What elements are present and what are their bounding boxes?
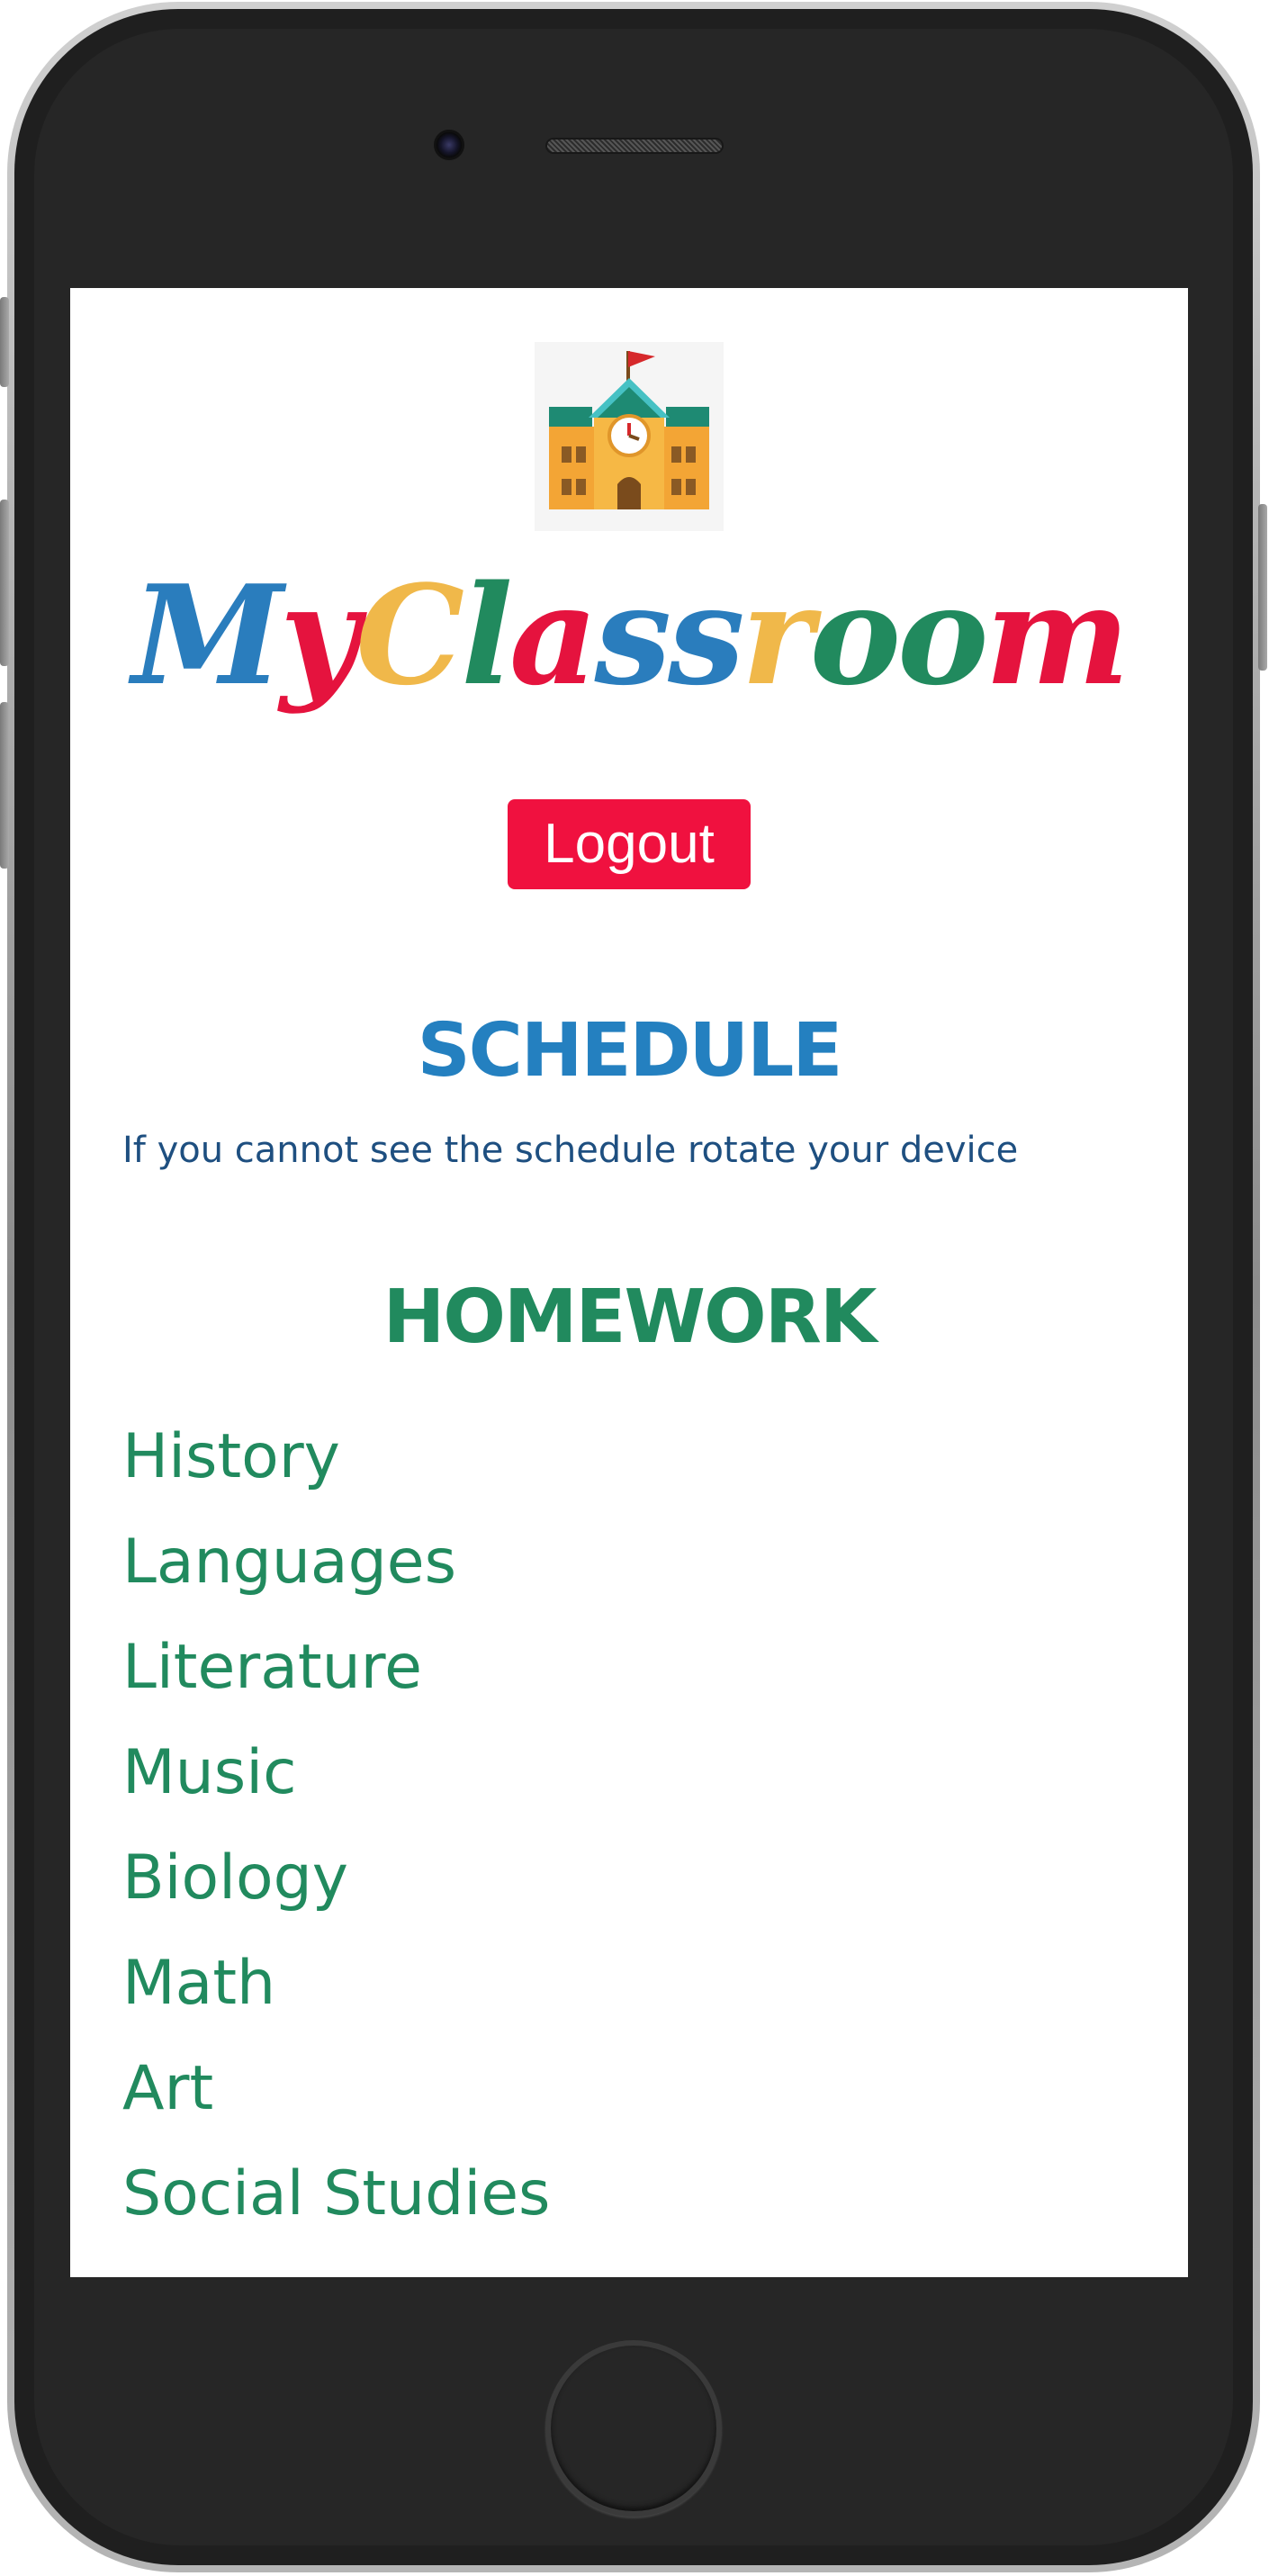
- brand-letter: M: [131, 554, 284, 716]
- brand-letter: s: [594, 554, 671, 716]
- brand-letter: m: [985, 554, 1130, 716]
- silent-switch: [0, 297, 9, 387]
- brand-letter: r: [741, 554, 814, 716]
- subject-social-studies[interactable]: Social Studies: [122, 2141, 550, 2247]
- volume-down-button: [0, 702, 9, 869]
- app-screen: MyClassroom Logout SCHEDULE If you canno…: [70, 288, 1188, 2277]
- brand-letter: s: [668, 554, 745, 716]
- subject-math[interactable]: Math: [122, 1931, 550, 2036]
- schedule-heading: SCHEDULE: [417, 1008, 843, 1094]
- front-camera: [434, 130, 464, 160]
- brand-letter: o: [809, 554, 901, 716]
- volume-up-button: [0, 500, 9, 666]
- app-brand-title: MyClassroom: [70, 567, 1188, 704]
- brand-letter: a: [508, 554, 598, 716]
- school-building-icon: [549, 351, 709, 509]
- schedule-rotate-note: If you cannot see the schedule rotate yo…: [122, 1130, 1019, 1171]
- subject-languages[interactable]: Languages: [122, 1509, 550, 1615]
- school-logo: [535, 342, 724, 531]
- subject-literature[interactable]: Literature: [122, 1615, 550, 1720]
- power-button: [1258, 504, 1267, 671]
- subject-music[interactable]: Music: [122, 1720, 550, 1825]
- subject-biology[interactable]: Biology: [122, 1825, 550, 1931]
- logout-button[interactable]: Logout: [508, 799, 751, 889]
- brand-letter: C: [356, 554, 464, 716]
- brand-letter: l: [461, 554, 513, 716]
- earpiece-speaker: [545, 138, 724, 154]
- subject-art[interactable]: Art: [122, 2036, 550, 2141]
- subject-history[interactable]: History: [122, 1404, 550, 1509]
- brand-letter: o: [897, 554, 988, 716]
- brand-letter: y: [279, 554, 359, 716]
- homework-subject-list: History Languages Literature Music Biolo…: [122, 1404, 550, 2247]
- home-button[interactable]: [545, 2340, 722, 2517]
- homework-heading: HOMEWORK: [382, 1274, 878, 1360]
